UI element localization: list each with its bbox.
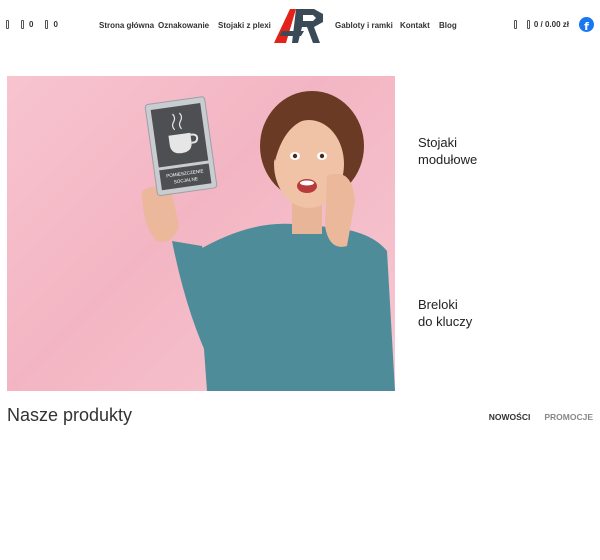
section-title: Nasze produkty [7,405,133,425]
hero-illustration: POMIESZCZENIE SOCJALNE [142,91,395,391]
wishlist-link[interactable]: 0 [21,20,33,29]
nav-item-showcases[interactable]: Gabloty i ramki [335,21,393,30]
wishlist-count: 0 [29,20,34,29]
facebook-icon[interactable]: f [579,17,594,32]
compare-count: 0 [53,20,58,29]
nav-item-contact[interactable]: Kontakt [400,21,430,30]
site-logo[interactable] [274,7,326,45]
right-pupil [319,153,325,159]
left-pupil [292,153,298,159]
tab-promotions[interactable]: PROMOCJE [544,412,593,422]
menu-icon[interactable] [6,20,9,29]
header-utility-left: 0 0 [6,20,58,29]
heart-icon [21,20,24,29]
category-line: Stojaki [418,135,458,150]
nav-link-blog[interactable]: Blog [439,21,457,30]
cart-total: 0 / 0.00 zł [533,20,569,29]
nav-link-contact[interactable]: Kontakt [400,21,430,30]
nav-item-signage[interactable]: Oznakowanie [158,21,209,30]
tab-new[interactable]: NOWOŚCI [489,412,531,422]
logo-r [292,9,323,43]
hero-banner[interactable]: POMIESZCZENIE SOCJALNE [7,76,395,391]
header-utility-right: 0 / 0.00 zł f [513,17,594,32]
nav-item-blog[interactable]: Blog [439,21,457,30]
nav-item-home[interactable]: Strona główna [99,21,154,30]
category-line: do kluczy [418,313,473,329]
category-line: Breloki [418,297,458,312]
cart-link[interactable]: 0 / 0.00 zł [526,20,569,29]
nav-link-home[interactable]: Strona główna [99,21,154,30]
search-icon[interactable] [513,20,517,29]
nav-link-showcases[interactable]: Gabloty i ramki [335,21,393,30]
compare-link[interactable]: 0 [45,20,58,29]
site-header: 0 0 Strona główna Oznakowanie Stojaki z … [0,0,600,56]
shirt-shape [197,223,395,391]
category-line: modułowe [418,151,478,167]
cart-icon [526,20,530,29]
compare-icon [45,20,49,29]
product-tabs: NOWOŚCI PROMOCJE [489,412,593,422]
category-link-keychains[interactable]: Breloki do kluczy [418,297,472,331]
teeth [300,180,314,186]
nav-link-plexi-stands[interactable]: Stojaki z plexi [218,21,271,30]
nav-item-plexi-stands[interactable]: Stojaki z plexi [218,21,271,30]
sign-plate: POMIESZCZENIE SOCJALNE [144,96,218,196]
category-link-modular-stands[interactable]: Stojaki modułowe [418,135,477,169]
nav-link-signage[interactable]: Oznakowanie [158,21,209,30]
